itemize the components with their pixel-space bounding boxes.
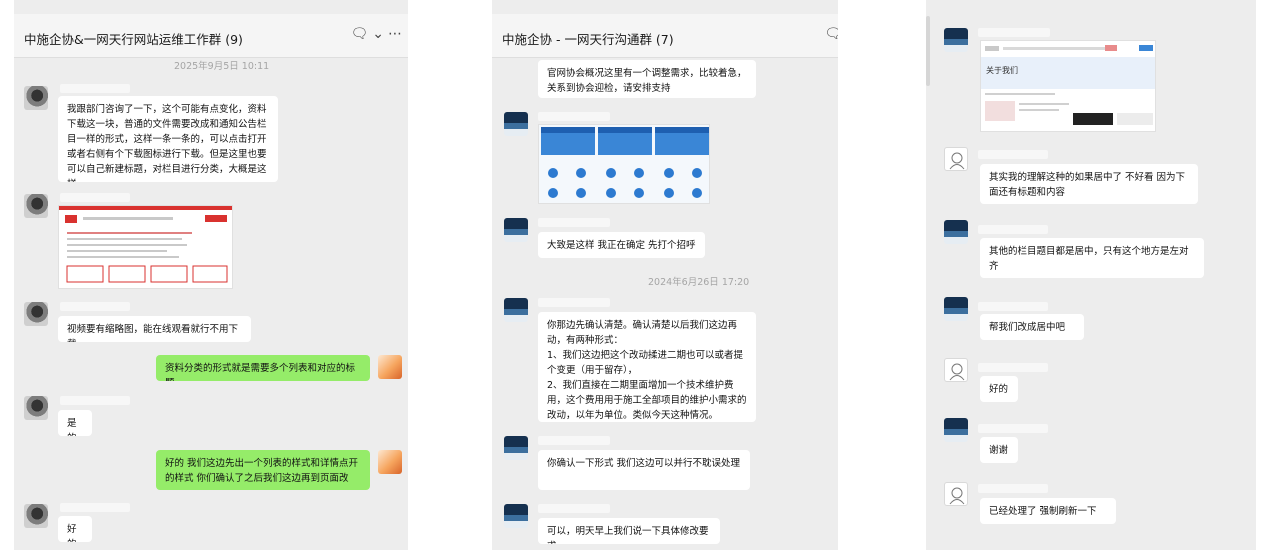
sender-name	[538, 112, 610, 121]
sender-name	[538, 218, 610, 227]
message-bubble: 你那边先确认清楚。确认清楚以后我们这边再动，有两种形式： 1、我们这边把这个改动…	[538, 312, 756, 422]
avatar[interactable]	[24, 396, 48, 420]
chevron-down-icon[interactable]: ⌄	[372, 26, 384, 42]
avatar[interactable]	[504, 504, 528, 528]
message-bubble: 谢谢	[980, 437, 1018, 463]
sender-name	[978, 28, 1050, 37]
avatar[interactable]	[504, 436, 528, 460]
avatar[interactable]	[944, 297, 968, 321]
chat-title: 中施企协&一网天行网站运维工作群 (9)	[24, 32, 243, 47]
message-bubble-self: 资料分类的形式就是需要多个列表和对应的标题	[156, 355, 370, 381]
avatar[interactable]	[378, 355, 402, 379]
avatar[interactable]	[944, 147, 968, 171]
message-bubble: 官网协会概况这里有一个调整需求，比较着急，关系到协会迎检，请安排支持	[538, 60, 756, 98]
message-bubble: 是的	[58, 410, 92, 436]
sender-name	[978, 302, 1048, 311]
sender-name	[978, 225, 1048, 234]
sender-name	[60, 193, 130, 202]
avatar[interactable]	[24, 86, 48, 110]
message-bubble: 其他的栏目题目都是居中，只有这个地方是左对齐	[980, 238, 1204, 278]
more-icon[interactable]: ⋯	[388, 26, 402, 42]
avatar[interactable]	[944, 482, 968, 506]
scrollbar[interactable]	[926, 16, 930, 86]
sender-name	[538, 298, 610, 307]
message-bubble: 其实我的理解这种的如果居中了 不好看 因为下面还有标题和内容	[980, 164, 1198, 204]
avatar[interactable]	[24, 194, 48, 218]
sender-name	[60, 84, 130, 93]
message-bubble: 好的	[58, 516, 92, 542]
message-bubble: 帮我们改成居中吧	[980, 314, 1084, 340]
chat-window-1: 中施企协&一网天行网站运维工作群 (9) 🗨 ⌄ ⋯ 2025年9月5日 10:11…	[14, 0, 408, 550]
avatar[interactable]	[944, 418, 968, 442]
message-bubble: 已经处理了 强制刷新一下	[980, 498, 1116, 524]
avatar[interactable]	[504, 298, 528, 322]
message-bubble: 大致是这样 我正在确定 先打个招呼	[538, 232, 705, 258]
avatar[interactable]	[24, 302, 48, 326]
message-bubble: 我跟部门咨询了一下，这个可能有点变化，资料下载这一块，普通的文件需要改成和通知公…	[58, 96, 278, 182]
chat-header: 中施企协&一网天行网站运维工作群 (9) 🗨 ⌄ ⋯	[14, 14, 408, 58]
timestamp: 2024年6月26日 17:20	[648, 277, 750, 288]
message-bubble: 可以，明天早上我们说一下具体修改要求	[538, 518, 720, 544]
chat-bubble-icon[interactable]: 🗨	[824, 26, 838, 42]
chat-bubble-icon[interactable]: 🗨	[350, 26, 368, 42]
avatar[interactable]	[944, 220, 968, 244]
avatar[interactable]	[24, 504, 48, 528]
screenshot-image[interactable]	[58, 205, 233, 289]
sender-name	[538, 436, 610, 445]
sender-name	[978, 363, 1048, 372]
screenshot-image[interactable]: 关于我们	[980, 40, 1156, 132]
timestamp: 2025年9月5日 10:11	[174, 61, 270, 72]
message-bubble: 你确认一下形式 我们这边可以并行不耽误处理	[538, 450, 750, 490]
sender-name	[978, 484, 1048, 493]
avatar[interactable]	[944, 358, 968, 382]
chat-header: 中施企协 - 一网天行沟通群 (7) 🗨	[492, 14, 838, 58]
image-caption: 关于我们	[986, 66, 1018, 75]
chat-window-2: 中施企协 - 一网天行沟通群 (7) 🗨 官网协会概况这里有一个调整需求，比较着…	[492, 0, 838, 550]
sender-name	[538, 504, 610, 513]
avatar[interactable]	[378, 450, 402, 474]
sender-name	[978, 424, 1048, 433]
avatar[interactable]	[504, 218, 528, 242]
chat-window-3: 关于我们 其实我的理解这种的如果居中了 不好看 因为下面还有标题和内容 其他的栏…	[926, 0, 1256, 550]
message-bubble: 好的	[980, 376, 1018, 402]
message-bubble: 视频要有缩略图，能在线观看就行不用下载	[58, 316, 251, 342]
sender-name	[60, 396, 130, 405]
sender-name	[60, 503, 130, 512]
avatar[interactable]	[504, 112, 528, 136]
sender-name	[60, 302, 130, 311]
screenshot-image[interactable]	[538, 124, 710, 204]
chat-title: 中施企协 - 一网天行沟通群 (7)	[502, 32, 674, 47]
avatar[interactable]	[944, 28, 968, 52]
message-bubble-self: 好的 我们这边先出一个列表的样式和详情点开的样式 你们确认了之后我们这边再到页面…	[156, 450, 370, 490]
sender-name	[978, 150, 1048, 159]
